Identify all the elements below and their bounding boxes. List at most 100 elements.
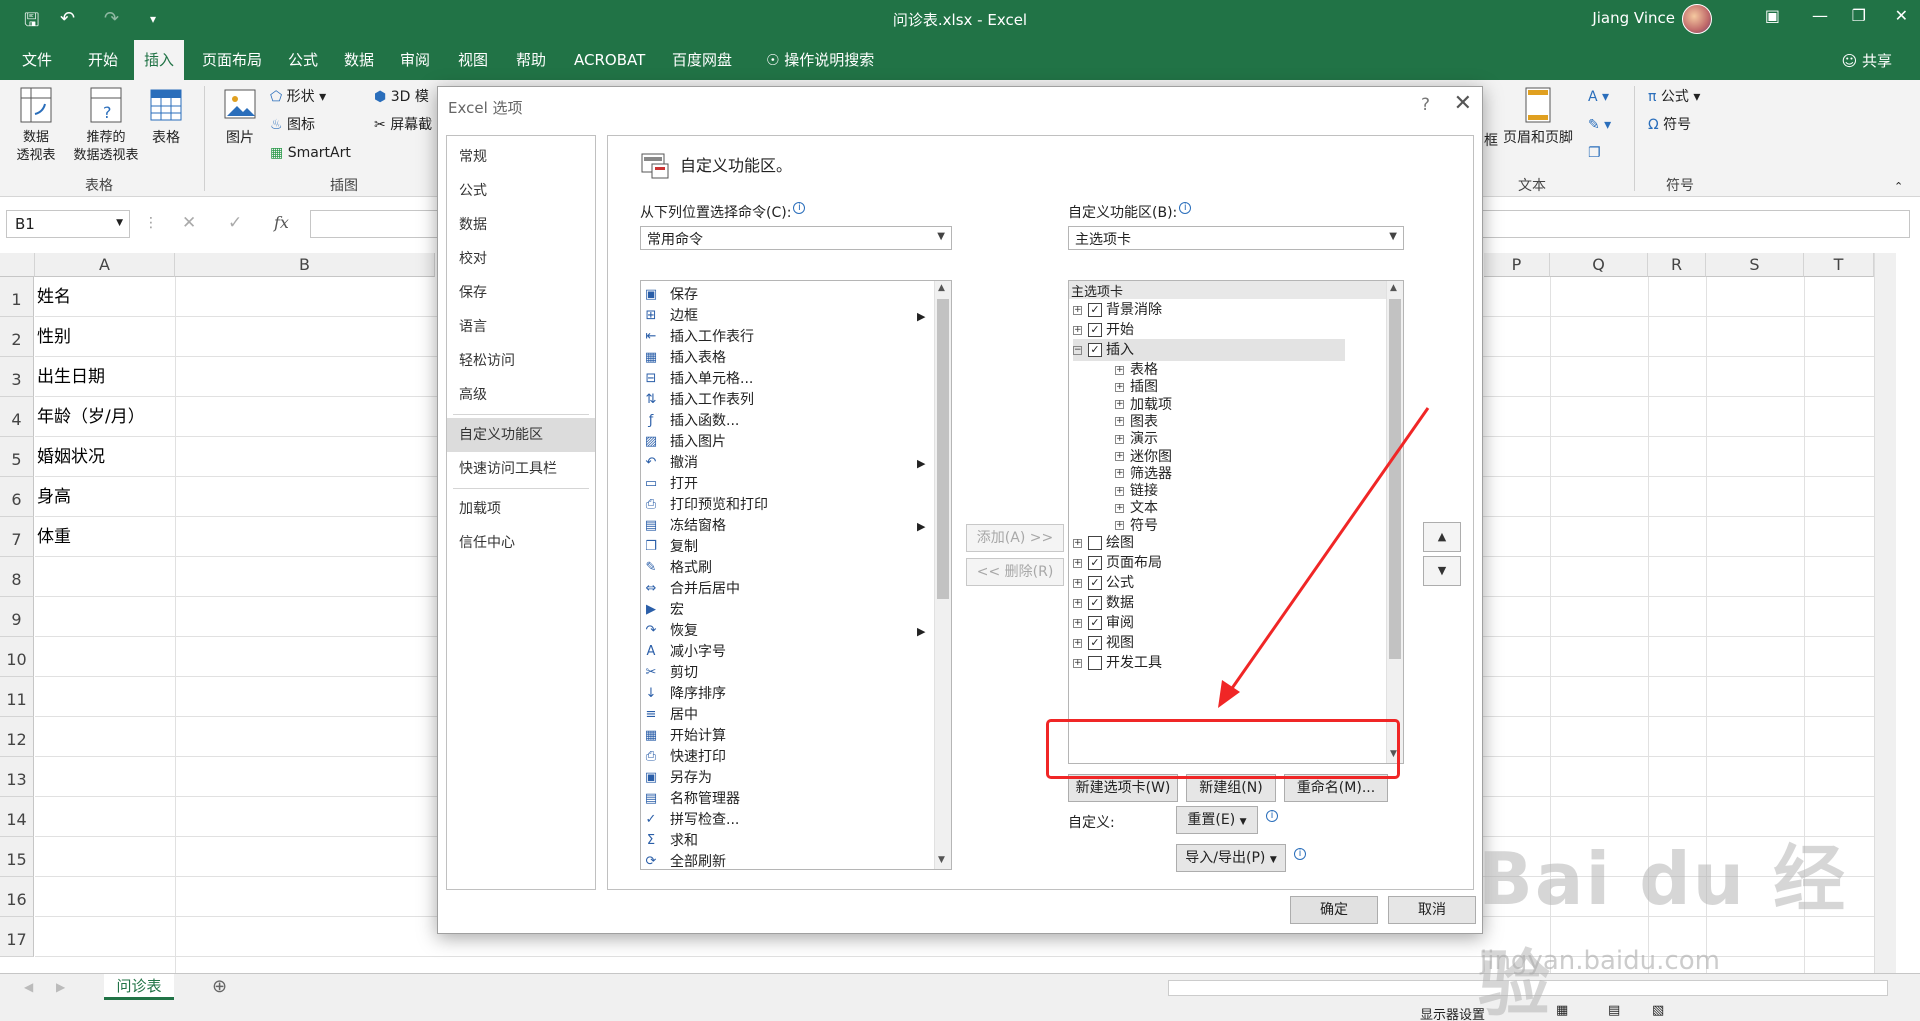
expand-icon[interactable]: + (1073, 538, 1082, 548)
column-header[interactable]: P (1484, 253, 1550, 277)
command-item[interactable]: ❐ 复制 (643, 537, 931, 558)
command-item[interactable]: ƒ 插入函数... (643, 411, 931, 432)
expand-icon[interactable]: + (1073, 658, 1082, 668)
cell-a[interactable] (35, 717, 175, 757)
command-item[interactable]: ▨ 插入图片 (643, 432, 931, 453)
cell-a[interactable] (35, 877, 175, 917)
category-item[interactable]: 语言 (447, 310, 595, 344)
tree-node[interactable]: + ✓ 审阅 (1073, 612, 1134, 634)
checkbox[interactable]: ✓ (1088, 303, 1102, 317)
tell-me-search[interactable]: ☉ 操作说明搜索 (756, 40, 884, 80)
category-item[interactable]: 常规 (447, 140, 595, 174)
close-icon[interactable]: ✕ (1895, 6, 1908, 25)
restore-icon[interactable]: ❐ (1852, 6, 1866, 25)
command-item[interactable]: ⟳ 全部刷新 (643, 852, 931, 869)
row-header[interactable]: 10 (0, 637, 34, 677)
expand-icon[interactable]: + (1115, 382, 1124, 392)
command-item[interactable]: ⇔ 合并后居中 (643, 579, 931, 600)
reset-button[interactable]: 重置(E) ▼ (1176, 806, 1258, 834)
column-header[interactable]: R (1648, 253, 1706, 277)
textbox-partial[interactable]: 框 (1484, 132, 1498, 150)
row-header[interactable]: 3 (0, 357, 34, 397)
tree-node[interactable]: + 绘图 (1073, 532, 1134, 554)
scroll-up-icon[interactable]: ▲ (938, 283, 945, 293)
cancel-button[interactable]: 取消 (1388, 896, 1476, 924)
command-item[interactable]: ↓ 降序排序 (643, 684, 931, 705)
category-item[interactable]: 公式 (447, 174, 595, 208)
choose-commands-select[interactable]: 常用命令 ▼ (640, 226, 952, 250)
expand-icon[interactable]: + (1115, 452, 1124, 461)
tree-node[interactable]: + ✓ 页面布局 (1073, 552, 1162, 574)
command-item[interactable]: ▦ 插入表格 (643, 348, 931, 369)
pivot-table-button[interactable]: 数据 透视表 (12, 86, 60, 165)
expand-icon[interactable]: + (1073, 598, 1082, 608)
cell-a[interactable] (35, 837, 175, 877)
tab-home[interactable]: 开始 (78, 40, 128, 80)
cell-a[interactable]: 性别 (35, 317, 175, 357)
checkbox[interactable]: ✓ (1088, 576, 1102, 590)
scroll-thumb[interactable] (1389, 299, 1401, 659)
command-item[interactable]: ▣ 保存 (643, 285, 931, 306)
tab-file[interactable]: 文件 (12, 40, 62, 80)
command-item[interactable]: ⎙ 快速打印 (643, 747, 931, 768)
cell-a[interactable]: 体重 (35, 517, 175, 557)
tab-formulas[interactable]: 公式 (278, 40, 328, 80)
row-header[interactable]: 16 (0, 877, 34, 917)
tree-node[interactable]: + ✓ 视图 (1073, 632, 1134, 654)
category-item[interactable]: 信任中心 (447, 526, 595, 560)
checkbox[interactable] (1088, 536, 1102, 550)
column-header[interactable]: B (175, 253, 435, 277)
move-down-button[interactable]: ▼ (1423, 556, 1461, 586)
scroll-down-icon[interactable]: ▼ (938, 855, 945, 865)
row-header[interactable]: 11 (0, 677, 34, 717)
symbol-button[interactable]: Ω 符号 (1648, 116, 1691, 134)
category-item[interactable]: 自定义功能区 (447, 418, 595, 452)
expand-icon[interactable]: + (1115, 521, 1124, 531)
tab-view[interactable]: 视图 (448, 40, 498, 80)
scroll-up-icon[interactable]: ▲ (1390, 283, 1397, 293)
add-sheet-icon[interactable]: ⊕ (212, 976, 227, 997)
command-item[interactable]: ▤ 名称管理器 (643, 789, 931, 810)
command-item[interactable]: ✎ 格式刷 (643, 558, 931, 579)
expand-icon[interactable]: + (1115, 400, 1124, 410)
expand-icon[interactable]: + (1115, 434, 1124, 444)
cell-a[interactable] (35, 797, 175, 837)
command-item[interactable]: ⊞ 边框 ▶ (643, 306, 931, 327)
tab-help[interactable]: 帮助 (506, 40, 556, 80)
row-header[interactable]: 6 (0, 477, 34, 517)
expand-icon[interactable]: + (1073, 558, 1082, 568)
tab-insert[interactable]: 插入 (134, 40, 185, 80)
customize-ribbon-select[interactable]: 主选项卡 ▼ (1068, 226, 1404, 250)
ok-button[interactable]: 确定 (1290, 896, 1378, 924)
help-icon[interactable]: ? (1421, 95, 1430, 115)
cell-a[interactable] (35, 637, 175, 677)
column-header[interactable]: S (1706, 253, 1804, 277)
tab-data[interactable]: 数据 (334, 40, 384, 80)
row-header[interactable]: 9 (0, 597, 34, 637)
cell-a[interactable]: 身高 (35, 477, 175, 517)
import-export-button[interactable]: 导入/导出(P) ▼ (1176, 844, 1286, 872)
checkbox[interactable]: ✓ (1088, 616, 1102, 630)
recommended-pivot-button[interactable]: ? 推荐的 数据透视表 (70, 86, 142, 165)
row-header[interactable]: 15 (0, 837, 34, 877)
command-item[interactable]: ⎙ 打印预览和打印 (643, 495, 931, 516)
ribbon-display-icon[interactable]: ▣ (1765, 6, 1780, 25)
cell-a[interactable]: 婚姻状况 (35, 437, 175, 477)
cell-a[interactable] (35, 917, 175, 957)
3d-models-button[interactable]: ⬢ 3D 模 (374, 88, 429, 106)
column-header[interactable]: T (1804, 253, 1874, 277)
shapes-button[interactable]: ⬠ 形状 ▾ (270, 88, 326, 106)
insert-function-icon[interactable]: fx (274, 213, 289, 232)
tab-baidu-netdisk[interactable]: 百度网盘 (662, 40, 742, 80)
command-item[interactable]: ⊟ 插入单元格... (643, 369, 931, 390)
display-settings[interactable]: 显示器设置 (1420, 1004, 1485, 1021)
signature-button[interactable]: ✎ ▾ (1588, 116, 1611, 134)
cell-a[interactable] (35, 677, 175, 717)
expand-icon[interactable]: + (1115, 469, 1124, 479)
pictures-button[interactable]: 图片 (220, 86, 260, 147)
column-header[interactable]: A (35, 253, 175, 277)
command-item[interactable]: ↷ 恢复 ▶ (643, 621, 931, 642)
command-item[interactable]: ✓ 拼写检查... (643, 810, 931, 831)
command-item[interactable]: A 减小字号 (643, 642, 931, 663)
share-button[interactable]: ☺ 共享 (1842, 50, 1892, 71)
